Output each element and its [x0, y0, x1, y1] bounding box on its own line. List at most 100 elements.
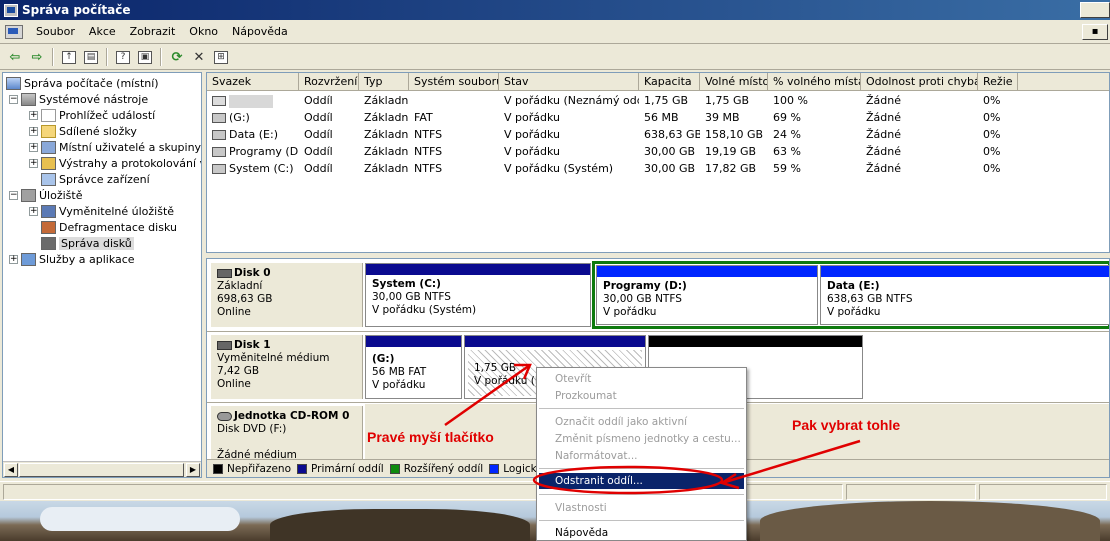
partition-programy-d[interactable]: Programy (D:) 30,00 GB NTFS V pořádku [596, 265, 818, 325]
menu-item-help[interactable]: Nápověda [539, 525, 744, 541]
back-icon[interactable]: ⇦ [4, 47, 26, 67]
col-volume[interactable]: Svazek [207, 73, 299, 91]
disk1-label[interactable]: Disk 1 Vyměnitelné médium 7,42 GB Online [211, 335, 363, 399]
menu-separator [539, 520, 744, 521]
primary-partition-bar [366, 264, 590, 275]
hard-disk-icon [217, 269, 232, 278]
collapse-icon[interactable]: − [9, 190, 18, 200]
drive-icon [212, 113, 226, 123]
col-type[interactable]: Typ [359, 73, 409, 91]
cell-overhead: 0% [983, 145, 1001, 158]
menu-action[interactable]: Akce [82, 25, 123, 38]
partition-data-e[interactable]: Data (E:) 638,63 GB NTFS V pořádku [820, 265, 1109, 325]
menu-item-format[interactable]: Naformátovat... [539, 448, 744, 464]
partition-system-c[interactable]: System (C:) 30,00 GB NTFS V pořádku (Sys… [365, 263, 591, 327]
scroll-right-icon[interactable]: ▶ [186, 463, 200, 477]
collapse-icon[interactable]: − [9, 94, 18, 104]
system-menu-icon[interactable] [5, 24, 23, 39]
computer-icon [6, 76, 21, 90]
cell-type: Základní [364, 162, 409, 175]
cell-pct: 100 % [773, 94, 808, 107]
expand-icon[interactable]: + [29, 142, 38, 152]
menu-item-delete-partition[interactable]: Odstranit oddíl... [539, 473, 744, 489]
logical-drive-bar [597, 266, 817, 277]
partition-g[interactable]: (G:) 56 MB FAT V pořádku [365, 335, 462, 399]
cell-status: V pořádku [504, 145, 560, 158]
cell-layout: Oddíl [304, 128, 333, 141]
alerts-icon [41, 156, 56, 170]
tree-item-root[interactable]: Správa počítače (místní) [6, 75, 159, 91]
table-row[interactable]: Programy (D:) Oddíl Základní NTFS V pořá… [207, 143, 1109, 160]
col-fault-tolerance[interactable]: Odolnost proti chybám [861, 73, 978, 91]
cell-fault: Žádné [866, 162, 901, 175]
legend-extended: Rozšířený oddíl [403, 462, 484, 475]
tree-item-device-manager[interactable]: Správce zařízení [41, 171, 150, 187]
col-overhead[interactable]: Režie [978, 73, 1018, 91]
menu-file[interactable]: Soubor [29, 25, 82, 38]
help-icon[interactable]: ▣ [134, 47, 156, 67]
table-row[interactable]: (G:) Oddíl Základní FAT V pořádku 56 MB … [207, 109, 1109, 126]
menu-item-explore[interactable]: Prozkoumat [539, 388, 744, 404]
scroll-thumb[interactable] [19, 463, 184, 477]
volume-list: Svazek Rozvržení Typ Systém souborů Stav… [206, 72, 1110, 253]
col-free[interactable]: Volné místo [700, 73, 768, 91]
title-bar: Správa počítače [0, 0, 1110, 20]
tree-item-event-viewer[interactable]: + Prohlížeč událostí [29, 107, 155, 123]
partition-status: V pořádku (Systém) [372, 304, 477, 316]
tree-item-local-users[interactable]: + Místní uživatelé a skupiny [29, 139, 201, 155]
tree-item-alerts[interactable]: + Výstrahy a protokolování vý [29, 155, 201, 171]
up-folder-icon[interactable]: ↑ [58, 47, 80, 67]
menu-window[interactable]: Okno [182, 25, 225, 38]
scroll-left-icon[interactable]: ◀ [4, 463, 18, 477]
toolbar-separator [106, 48, 108, 66]
window-controls[interactable] [1080, 2, 1110, 18]
tree-item-services[interactable]: + Služby a aplikace [9, 251, 135, 267]
menu-item-change-letter[interactable]: Změnit písmeno jednotky a cestu... [539, 431, 744, 447]
table-row[interactable]: Data (E:) Oddíl Základní NTFS V pořádku … [207, 126, 1109, 143]
annotation-then-select: Pak vybrat tohle [792, 417, 901, 433]
menu-view[interactable]: Zobrazit [123, 25, 183, 38]
event-log-icon [41, 108, 56, 122]
cell-name: (G:) [229, 111, 250, 124]
col-pct-free[interactable]: % volného místa [768, 73, 861, 91]
cdrom-label[interactable]: Jednotka CD-ROM 0 Disk DVD (F:) Žádné mé… [211, 406, 363, 461]
cell-free: 39 MB [705, 111, 740, 124]
disk0-size: 698,63 GB [217, 293, 273, 305]
disk0-label[interactable]: Disk 0 Základní 698,63 GB Online [211, 263, 363, 327]
expand-icon[interactable]: + [9, 254, 18, 264]
col-status[interactable]: Stav [499, 73, 639, 91]
col-layout[interactable]: Rozvržení [299, 73, 359, 91]
tree-item-defrag[interactable]: Defragmentace disku [41, 219, 177, 235]
mdi-restore-button[interactable]: ▪ [1082, 24, 1108, 40]
refresh-icon[interactable]: ⟳ [166, 47, 188, 67]
tree-item-system-tools[interactable]: − Systémové nástroje [9, 91, 148, 107]
col-capacity[interactable]: Kapacita [639, 73, 700, 91]
delete-icon[interactable]: ✕ [188, 47, 210, 67]
menu-item-mark-active[interactable]: Označit oddíl jako aktivní [539, 414, 744, 430]
legend-swatch-extended [389, 463, 400, 474]
menu-item-open[interactable]: Otevřít [539, 371, 744, 387]
cell-capacity: 56 MB [644, 111, 679, 124]
expand-icon[interactable]: + [29, 158, 38, 168]
col-filesystem[interactable]: Systém souborů [409, 73, 499, 91]
storage-icon [21, 188, 36, 202]
menu-separator [539, 468, 744, 469]
tree-item-disk-management[interactable]: Správa disků [41, 235, 134, 251]
tree-item-removable-storage[interactable]: + Vyměnitelné úložiště [29, 203, 174, 219]
legend-swatch-primary [297, 463, 308, 474]
menu-help[interactable]: Nápověda [225, 25, 295, 38]
show-hide-tree-icon[interactable]: ▤ [80, 47, 102, 67]
forward-icon[interactable]: ⇨ [26, 47, 48, 67]
table-row[interactable]: Oddíl Základní V pořádku (Neznámý oddíl)… [207, 92, 1109, 109]
table-row[interactable]: System (C:) Oddíl Základní NTFS V pořádk… [207, 160, 1109, 177]
expand-icon[interactable]: + [29, 206, 38, 216]
export-icon[interactable]: ⊞ [210, 47, 232, 67]
tree-item-storage[interactable]: − Úložiště [9, 187, 82, 203]
partition-detail: 30,00 GB NTFS [603, 293, 682, 305]
properties-icon[interactable]: ? [112, 47, 134, 67]
expand-icon[interactable]: + [29, 110, 38, 120]
expand-icon[interactable]: + [29, 126, 38, 136]
menu-item-properties[interactable]: Vlastnosti [539, 500, 744, 516]
tree-item-shared-folders[interactable]: + Sdílené složky [29, 123, 137, 139]
tree-horizontal-scrollbar[interactable]: ◀ ▶ [3, 461, 201, 477]
